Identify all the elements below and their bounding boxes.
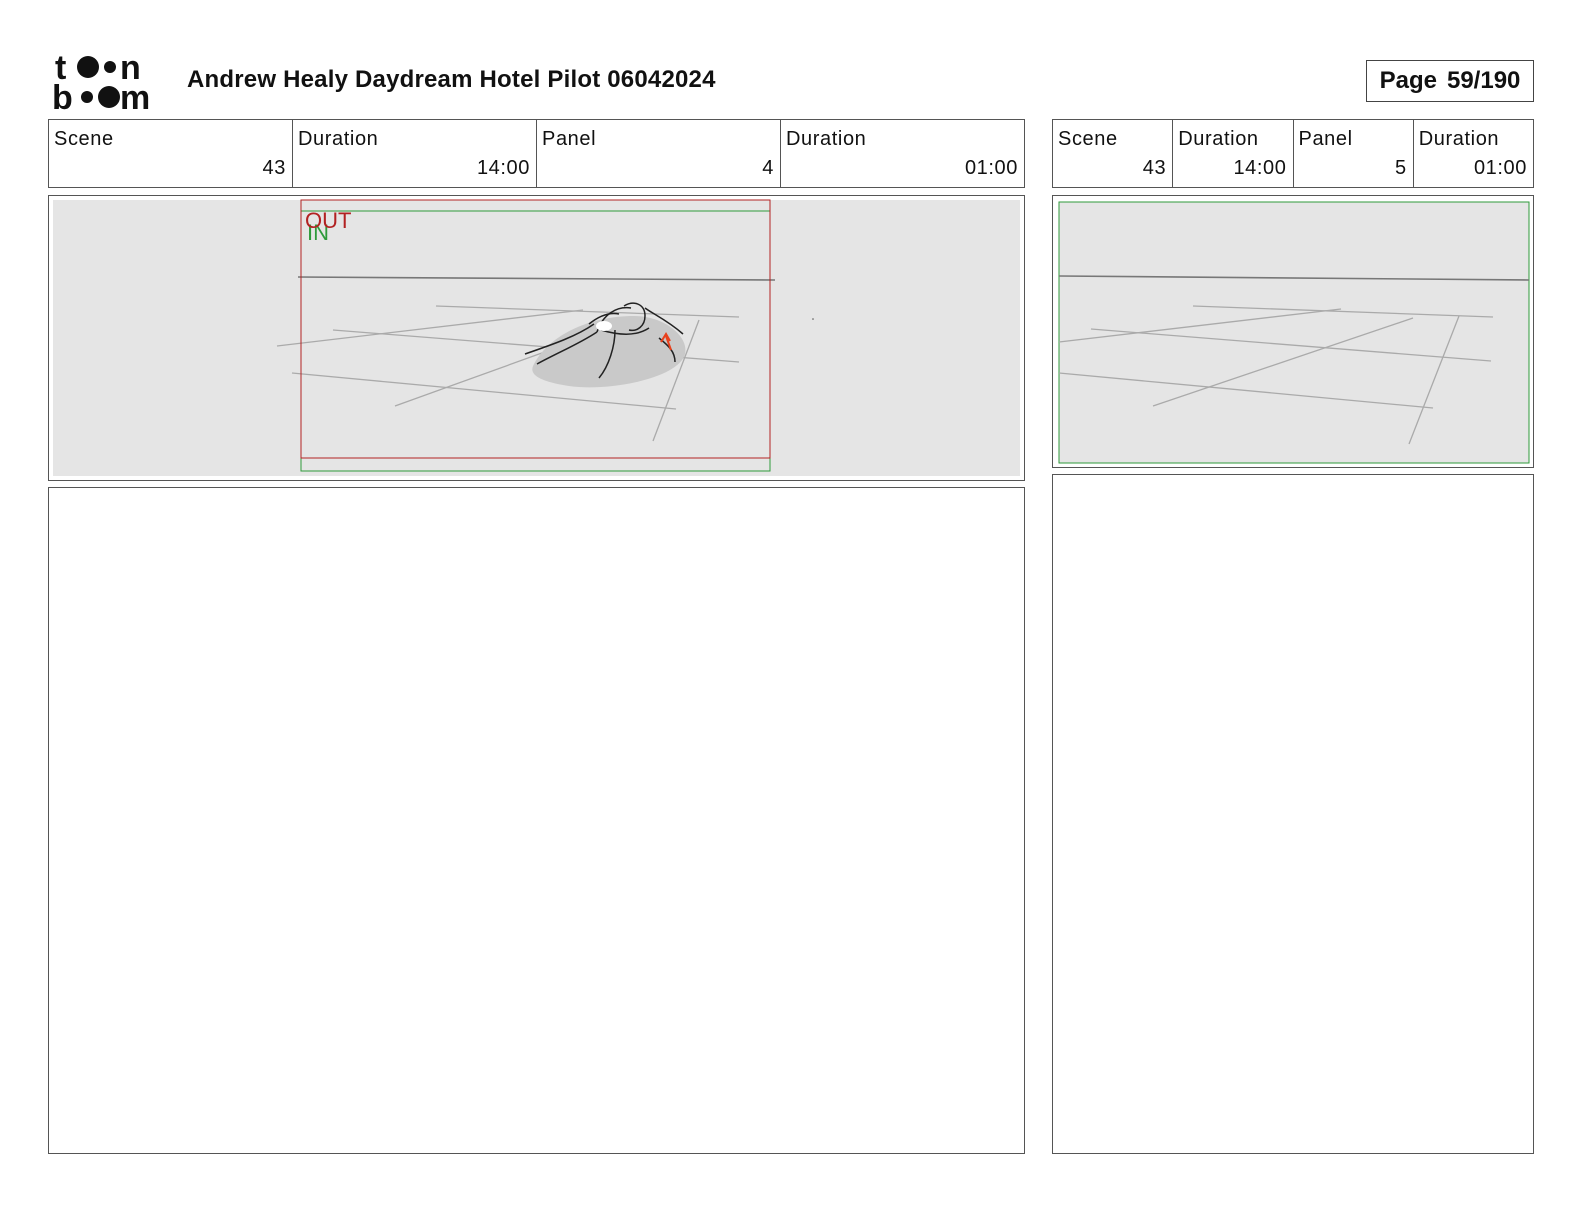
panel-duration-cell: Duration 01:00 [1412, 120, 1533, 187]
page-number: 59/190 [1446, 67, 1521, 94]
scene-duration-label: Duration [298, 128, 379, 150]
panel-value: 4 [762, 157, 774, 179]
svg-text:b: b [52, 79, 73, 112]
panel-duration-label: Duration [1418, 128, 1500, 150]
panel-4-notes [48, 487, 1025, 1154]
out-frame-label: OUT [305, 208, 351, 233]
panel-5-sketch [1058, 201, 1530, 464]
page-label: Page [1379, 67, 1437, 94]
scene-duration-cell: Duration 14:00 [292, 120, 536, 187]
panel-duration-label: Duration [786, 128, 867, 150]
scene-duration-cell: Duration 14:00 [1172, 120, 1292, 187]
toon-boom-logo: t n b m [52, 50, 150, 112]
svg-text:m: m [120, 79, 150, 112]
panel-5-notes [1052, 474, 1534, 1154]
panel-4-sketch: IN OUT [53, 199, 1020, 476]
scene-duration-value: 14:00 [1233, 157, 1287, 179]
scene-cell: Scene 43 [49, 120, 292, 187]
panel-duration-value: 01:00 [964, 157, 1018, 179]
panel-label: Panel [1298, 128, 1353, 150]
panel-5-frame [1052, 195, 1534, 468]
panel-4-frame: IN OUT [48, 195, 1025, 481]
panel-value: 5 [1395, 157, 1407, 179]
scene-value: 43 [262, 157, 286, 179]
panel-5-info: Scene 43 Duration 14:00 Panel 5 Duration… [1052, 119, 1534, 188]
scene-duration-label: Duration [1178, 128, 1259, 150]
panel-duration-value: 01:00 [1473, 157, 1527, 179]
scene-value: 43 [1142, 157, 1167, 179]
panel-label: Panel [542, 128, 597, 150]
scene-duration-value: 14:00 [476, 157, 530, 179]
page-indicator: Page 59/190 [1366, 60, 1534, 102]
panel-4-info: Scene 43 Duration 14:00 Panel 4 Duration… [48, 119, 1025, 188]
scene-label: Scene [1058, 128, 1118, 150]
panel-cell: Panel 4 [536, 120, 780, 187]
scene-cell: Scene 43 [1053, 120, 1172, 187]
scene-label: Scene [54, 128, 114, 150]
document-title: Andrew Healy Daydream Hotel Pilot 060420… [187, 66, 716, 93]
panel-cell: Panel 5 [1292, 120, 1413, 187]
panel-duration-cell: Duration 01:00 [780, 120, 1024, 187]
